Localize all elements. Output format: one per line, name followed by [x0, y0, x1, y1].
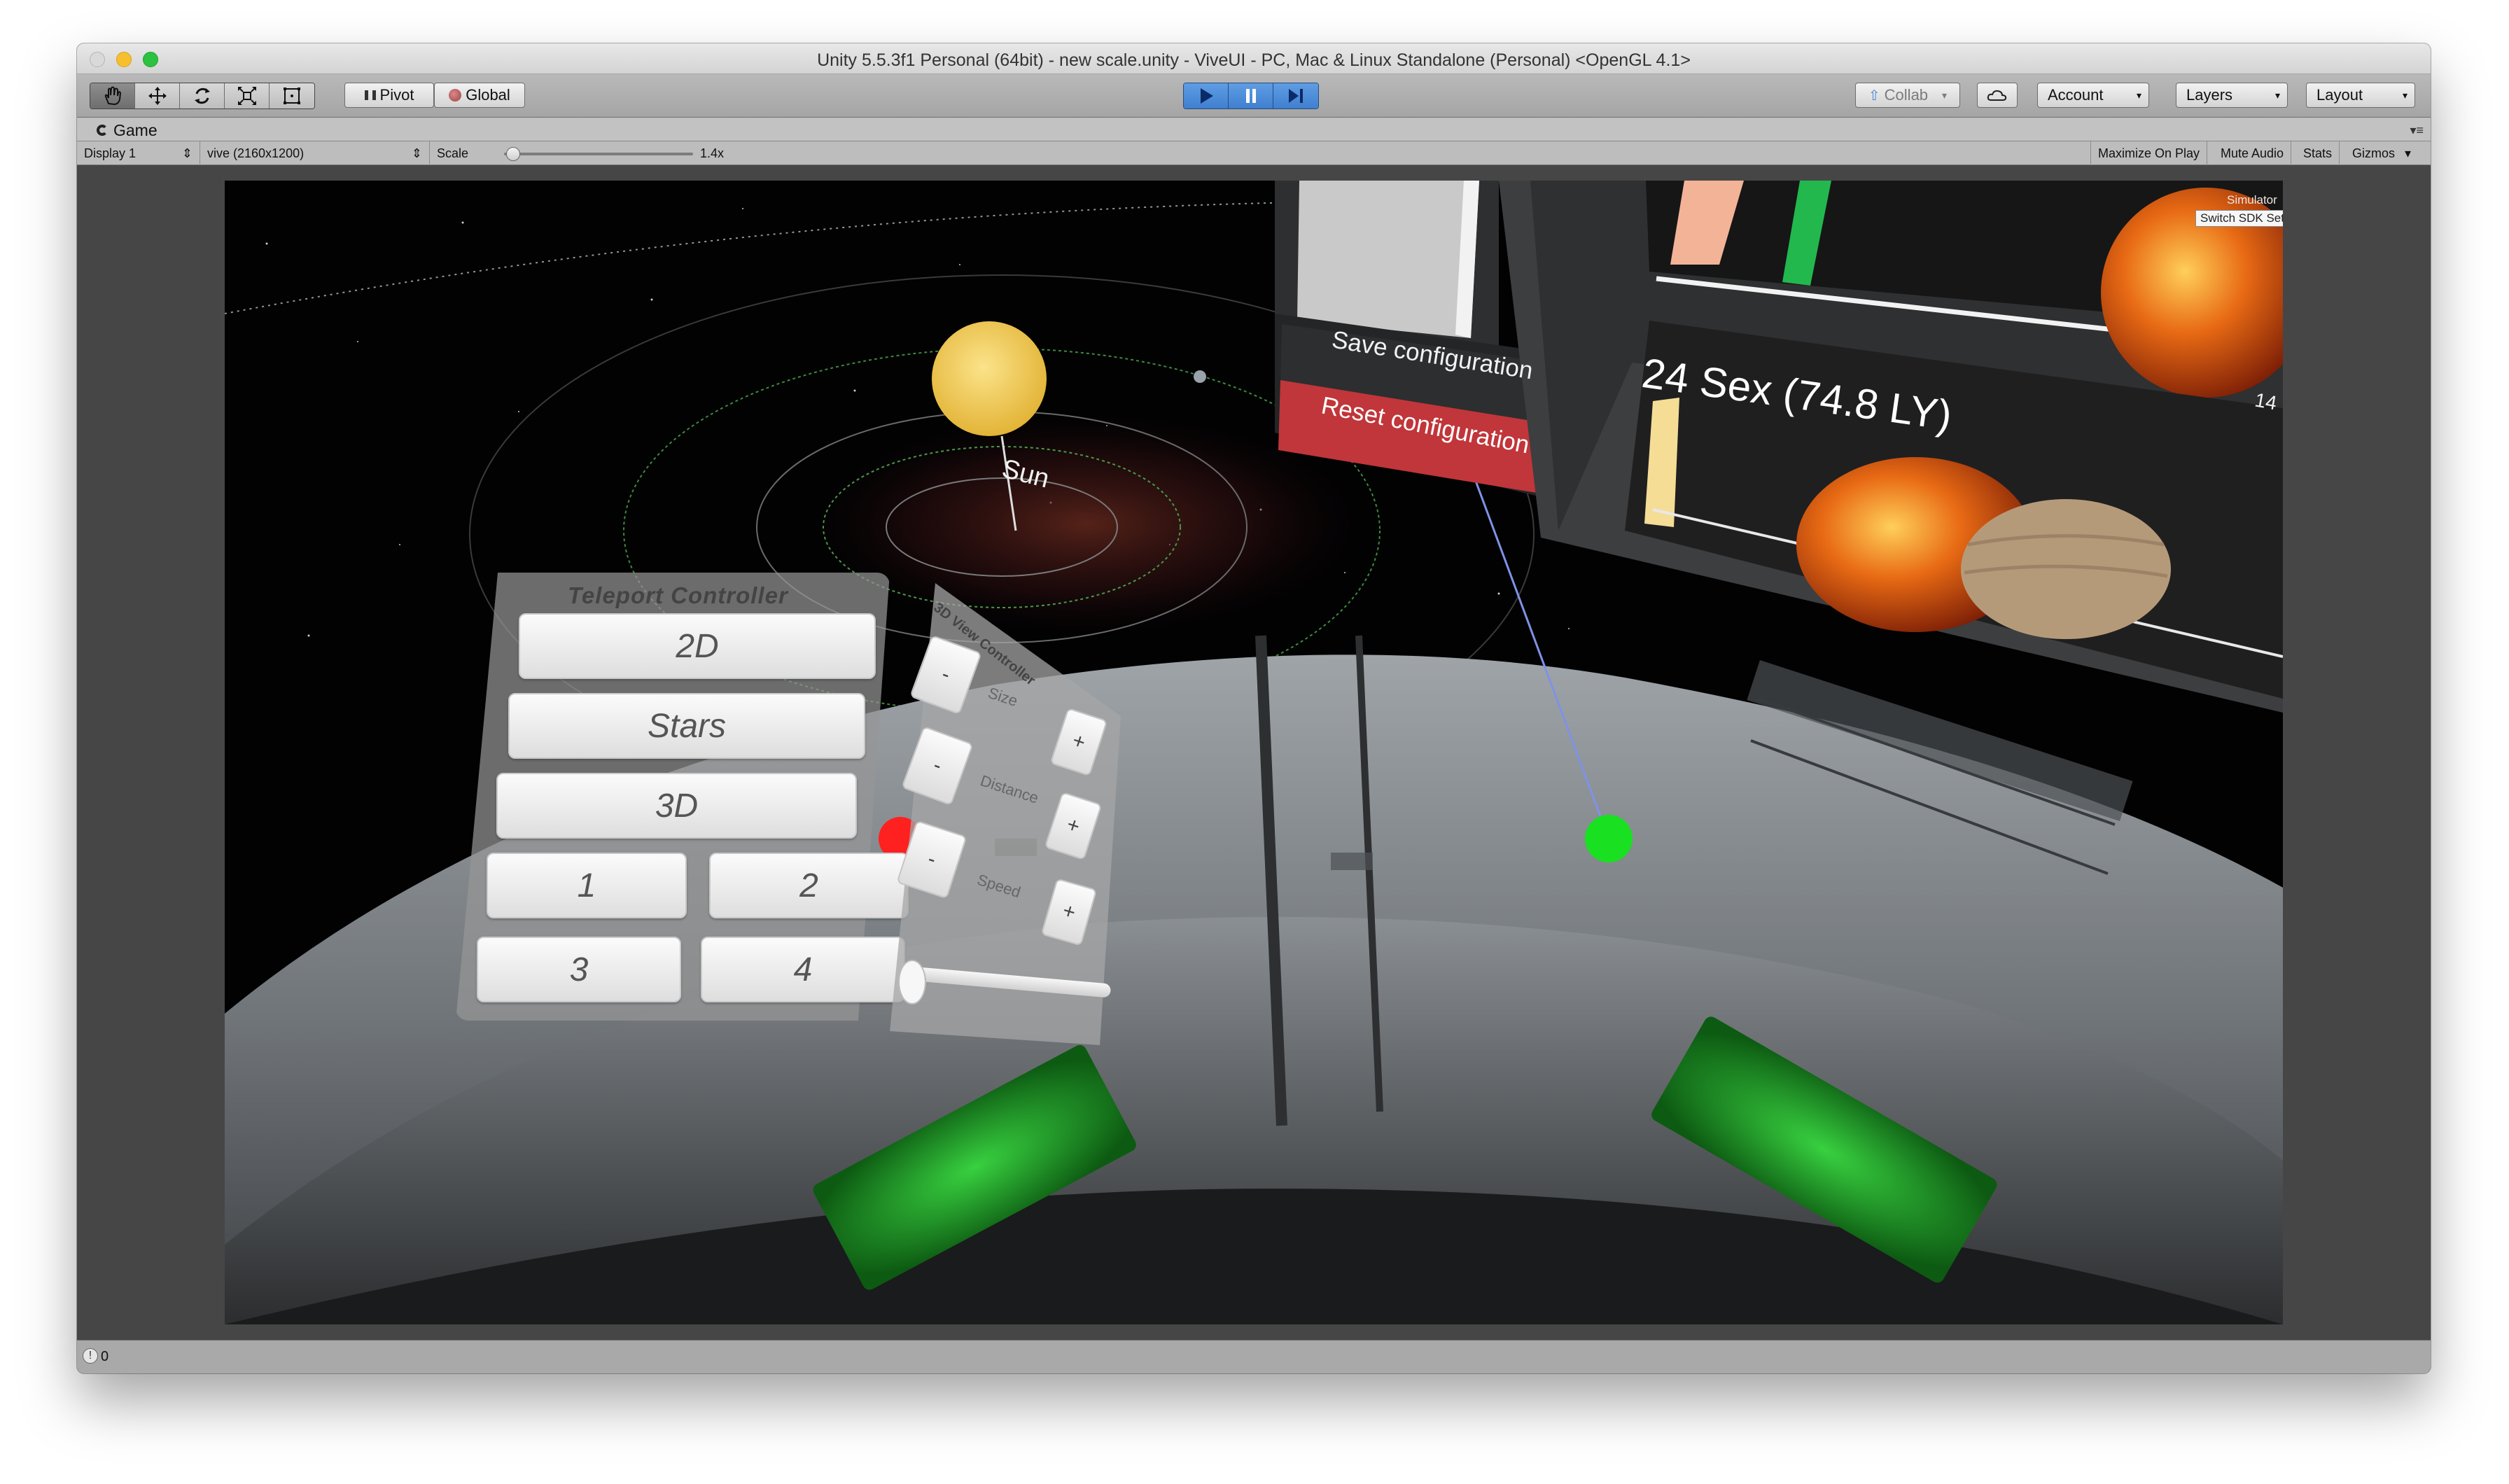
main-toolbar: Pivot Global ⇧ Collab ▾ Account ▾ Layers…: [77, 74, 2431, 118]
step-icon: [1289, 89, 1303, 103]
global-toggle-button[interactable]: Global: [434, 83, 525, 108]
window-title: Unity 5.5.3f1 Personal (64bit) - new sca…: [817, 50, 1691, 70]
maximize-on-play-toggle[interactable]: Maximize On Play: [2090, 141, 2208, 165]
scale-value: 1.4x: [700, 146, 725, 160]
game-tab-bar: Game ▾≡: [77, 118, 2431, 141]
resolution-select[interactable]: vive (2160x1200) ⇕: [200, 141, 430, 165]
rect-tool-button[interactable]: [270, 83, 314, 108]
pivot-label: Pivot: [379, 86, 414, 104]
play-icon: [1200, 88, 1213, 104]
gizmos-label: Gizmos: [2352, 146, 2396, 160]
collab-dropdown[interactable]: ⇧ Collab ▾: [1855, 83, 1960, 108]
chevron-down-icon: ▾: [2136, 89, 2141, 101]
global-label: Global: [466, 86, 510, 104]
teleport-2d-button[interactable]: 2D: [519, 613, 876, 679]
scale-icon: [237, 87, 256, 105]
title-bar: Unity 5.5.3f1 Personal (64bit) - new sca…: [77, 43, 2431, 74]
chevron-down-icon: ▾: [2405, 146, 2412, 160]
teleport-2-button[interactable]: 2: [709, 853, 909, 918]
rotate-tool-button[interactable]: [180, 83, 225, 108]
scale-label: Scale: [437, 146, 469, 160]
play-button[interactable]: [1184, 83, 1229, 108]
display-label: Display 1: [84, 146, 137, 160]
layers-dropdown[interactable]: Layers ▾: [2176, 83, 2288, 108]
speed-slider-thumb[interactable]: [898, 960, 926, 1004]
rotate-icon: [194, 88, 210, 104]
game-render[interactable]: Sun Teleport Controller 2D Stars 3D 1 2 …: [225, 181, 2283, 1324]
teleport-4-button[interactable]: 4: [701, 937, 905, 1002]
view-controller-panel: 3D View Controller - Size + - Distance +…: [890, 583, 1128, 1045]
sdk-simulator-overlay: Simulator Switch SDK Setup: [2195, 193, 2283, 235]
simulator-label: Simulator: [2227, 193, 2277, 206]
updown-icon: ⇕: [411, 146, 422, 160]
updown-icon: ⇕: [181, 146, 193, 160]
stats-toggle[interactable]: Stats: [2296, 141, 2340, 165]
scale-slider-track[interactable]: [504, 153, 693, 155]
teleport-stars-button[interactable]: Stars: [508, 693, 865, 759]
teleport-1-button[interactable]: 1: [487, 853, 687, 918]
console-count: 0: [101, 1349, 109, 1364]
account-dropdown[interactable]: Account ▾: [2037, 83, 2149, 108]
tab-game-label: Game: [113, 120, 158, 139]
pivot-icon: [364, 90, 376, 100]
globe-icon: [449, 89, 462, 102]
transform-tools: [90, 83, 315, 109]
display-select[interactable]: Display 1 ⇕: [77, 141, 200, 165]
pause-button[interactable]: [1229, 83, 1273, 108]
layers-label: Layers: [2186, 86, 2233, 104]
chevron-down-icon: ▾: [1942, 89, 1948, 101]
warning-icon: !: [83, 1348, 98, 1364]
status-bar: ! 0: [77, 1340, 2431, 1373]
switch-sdk-button[interactable]: Switch SDK Setup: [2195, 210, 2283, 227]
playback-controls: [1183, 83, 1319, 109]
cloud-upload-icon: ⇧: [1868, 88, 1880, 104]
collab-label: Collab: [1884, 86, 1929, 104]
scale-slider-thumb[interactable]: [506, 147, 521, 161]
hand-icon: [104, 86, 121, 106]
tab-menu-icon[interactable]: ▾≡: [2410, 123, 2424, 138]
step-button[interactable]: [1273, 83, 1318, 108]
corner-number: 14: [2253, 388, 2279, 414]
gizmos-dropdown[interactable]: Gizmos ▾: [2345, 141, 2418, 165]
move-tool-button[interactable]: [135, 83, 180, 108]
teleport-panel-title: Teleport Controller: [568, 582, 788, 608]
teleport-3d-button[interactable]: 3D: [496, 773, 857, 839]
game-icon: [97, 125, 108, 136]
cloud-icon: [1987, 90, 2007, 101]
tab-game[interactable]: Game: [84, 119, 170, 141]
chevron-down-icon: ▾: [2274, 89, 2280, 101]
game-view-controls: Display 1 ⇕ vive (2160x1200) ⇕ Scale 1.4…: [77, 141, 2431, 165]
layout-dropdown[interactable]: Layout ▾: [2306, 83, 2415, 108]
layout-label: Layout: [2316, 86, 2363, 104]
rect-icon: [284, 88, 300, 104]
pause-icon: [1245, 89, 1256, 103]
chevron-down-icon: ▾: [2402, 89, 2407, 101]
teleport-controller-panel: Teleport Controller 2D Stars 3D 1 2 3 4: [456, 573, 909, 1021]
account-label: Account: [2048, 86, 2104, 104]
mute-audio-toggle[interactable]: Mute Audio: [2214, 141, 2292, 165]
pivot-toggle-button[interactable]: Pivot: [344, 83, 434, 108]
scale-tool-button[interactable]: [225, 83, 270, 108]
move-icon: [148, 87, 167, 105]
unity-window: Unity 5.5.3f1 Personal (64bit) - new sca…: [77, 43, 2431, 1373]
services-button[interactable]: [1977, 83, 2018, 108]
teleport-3-button[interactable]: 3: [477, 937, 681, 1002]
resolution-label: vive (2160x1200): [207, 146, 305, 160]
game-viewport: Sun Teleport Controller 2D Stars 3D 1 2 …: [77, 165, 2431, 1340]
hand-tool-button[interactable]: [90, 83, 135, 108]
